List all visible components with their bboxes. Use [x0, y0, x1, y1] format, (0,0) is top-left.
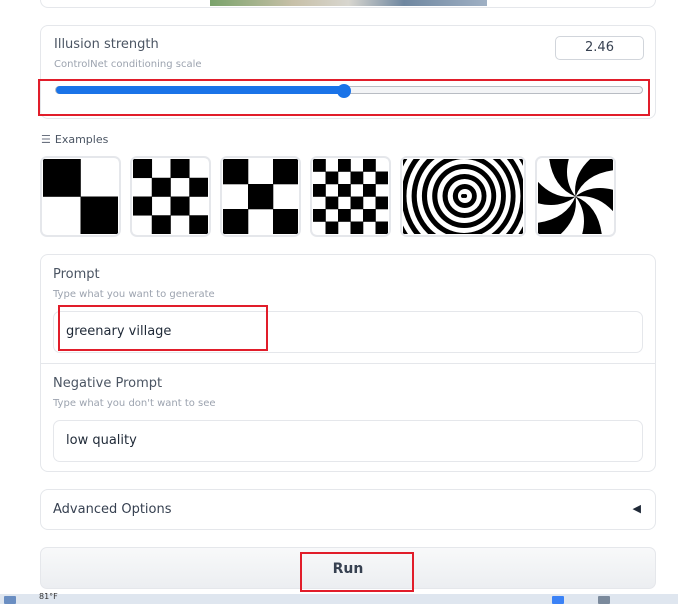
- prompt-panel: Prompt Type what you want to generate gr…: [40, 254, 656, 472]
- negative-prompt-info: Type what you don't want to see: [53, 398, 216, 409]
- illusion-strength-panel: Illusion strength ControlNet conditionin…: [40, 25, 656, 119]
- run-button[interactable]: Run: [40, 547, 656, 589]
- slider-label: Illusion strength: [54, 37, 159, 52]
- examples-heading: ☰ Examples: [41, 133, 108, 146]
- caret-left-icon: ◀: [632, 502, 641, 515]
- preview-image-edge: [210, 0, 487, 6]
- prompt-label: Prompt: [53, 267, 100, 282]
- example-spiral-rings[interactable]: [400, 156, 526, 237]
- illusion-strength-number-input[interactable]: 2.46: [555, 36, 644, 60]
- weather-icon: [4, 596, 16, 604]
- negative-prompt-label: Negative Prompt: [53, 376, 163, 391]
- advanced-options-label: Advanced Options: [53, 502, 172, 517]
- examples-label: Examples: [54, 133, 109, 146]
- windows-start-icon[interactable]: [552, 596, 564, 604]
- slider-fill: [56, 86, 346, 94]
- list-icon: ☰: [41, 133, 51, 146]
- taskbar-app-icon[interactable]: [598, 596, 610, 604]
- divider: [41, 363, 655, 364]
- prompt-textbox[interactable]: greenary village: [53, 311, 643, 353]
- negative-prompt-textbox[interactable]: low quality: [53, 420, 643, 462]
- taskbar-weather-text: 81°F: [39, 592, 58, 601]
- advanced-options-accordion[interactable]: Advanced Options ◀: [40, 489, 656, 530]
- example-spiral-swirl[interactable]: [535, 156, 616, 237]
- checker-2x2-image: [43, 159, 118, 234]
- example-checker-2x2[interactable]: [40, 156, 121, 237]
- slider-thumb[interactable]: [337, 84, 352, 98]
- spiral-swirl-image: [538, 159, 613, 234]
- example-checker-4x4[interactable]: [130, 156, 211, 237]
- prompt-info: Type what you want to generate: [53, 289, 215, 300]
- example-checker-6x6[interactable]: [310, 156, 391, 237]
- taskbar: 81°F: [0, 592, 678, 604]
- checker-6x6-image: [313, 159, 388, 234]
- checker-3x3-image: [223, 159, 298, 234]
- example-checker-3x3[interactable]: [220, 156, 301, 237]
- spiral-rings-image: [403, 159, 523, 234]
- slider-info: ControlNet conditioning scale: [54, 59, 202, 70]
- checker-4x4-image: [133, 159, 208, 234]
